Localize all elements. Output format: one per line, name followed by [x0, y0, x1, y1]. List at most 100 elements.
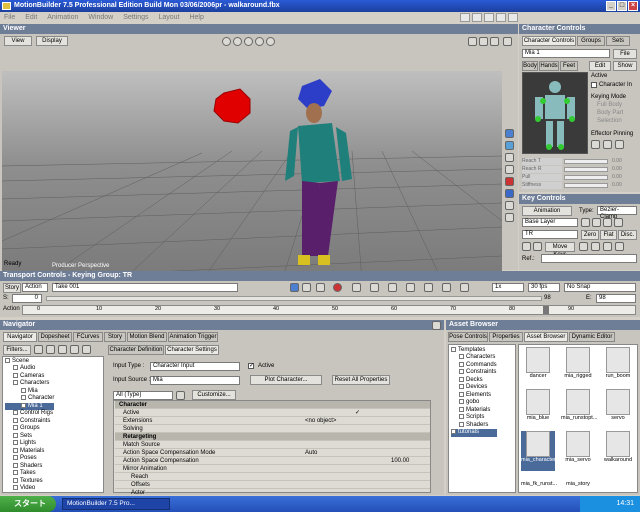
- asset-templates[interactable]: Templates: [451, 347, 497, 354]
- take-select[interactable]: Take 001: [52, 283, 238, 292]
- playback-speed-select[interactable]: 1x: [492, 283, 524, 292]
- menu-animation[interactable]: Animation: [43, 12, 82, 23]
- tab-animation-trigger[interactable]: Animation Trigger: [168, 332, 218, 342]
- asset-gobo[interactable]: gobo: [451, 399, 497, 406]
- reach-t-slider[interactable]: [564, 159, 608, 164]
- layout-toggle-icon[interactable]: [290, 283, 299, 292]
- tab-dopesheet[interactable]: Dopesheet: [38, 332, 72, 342]
- tab-feet[interactable]: Feet: [560, 61, 578, 71]
- zoom-view-icon[interactable]: [479, 37, 488, 46]
- play-icon[interactable]: [424, 283, 433, 292]
- tab-body[interactable]: Body: [522, 61, 538, 71]
- red-marker-object[interactable]: [213, 88, 251, 124]
- key-icon-4[interactable]: [615, 242, 624, 251]
- layer-icon-4[interactable]: [614, 218, 623, 227]
- end-field[interactable]: 98: [596, 294, 636, 303]
- timeline[interactable]: 0 10 20 30 40 50 60 70 80 90: [22, 305, 636, 315]
- action-select[interactable]: Action: [22, 283, 48, 292]
- input-type-select[interactable]: Character Input: [150, 362, 240, 371]
- scale-icon[interactable]: [244, 37, 253, 46]
- toolbar-icon-3[interactable]: [484, 13, 494, 22]
- tree-video[interactable]: Video: [5, 485, 54, 492]
- key-icon-3[interactable]: [603, 242, 612, 251]
- asset-constraints[interactable]: Constraints: [451, 369, 497, 376]
- asset-item-walkaround[interactable]: walkaround: [601, 431, 635, 471]
- zero-button[interactable]: Zero: [581, 230, 599, 240]
- lock-icon[interactable]: [176, 391, 185, 400]
- prop-row-reach[interactable]: Reach: [115, 473, 430, 481]
- prop-row-match-source[interactable]: Match Source: [115, 441, 430, 449]
- input-source-select[interactable]: Mia: [150, 376, 240, 385]
- grid-icon[interactable]: [302, 283, 311, 292]
- toolbar-icon-5[interactable]: [508, 13, 518, 22]
- tree-lights[interactable]: Lights: [5, 440, 54, 447]
- maximize-button[interactable]: □: [617, 1, 627, 11]
- layer-icon-3[interactable]: [603, 218, 612, 227]
- menu-settings[interactable]: Settings: [119, 12, 152, 23]
- prop-row-active[interactable]: Active ✓: [115, 409, 430, 417]
- tree-materials[interactable]: Materials: [5, 447, 54, 455]
- tab-dynamic-editor[interactable]: Dynamic Editor: [569, 332, 615, 342]
- property-type-filter[interactable]: All (Type): [113, 391, 173, 400]
- play-reverse-icon[interactable]: [388, 283, 397, 292]
- pin-both-icon[interactable]: [615, 140, 624, 149]
- prop-row-asc-mode[interactable]: Action Space Compensation Mode Auto: [115, 449, 430, 457]
- asset-elements[interactable]: Elements: [451, 391, 497, 399]
- asset-item-mia-runstopt[interactable]: mia_runstopt...: [561, 389, 597, 429]
- menu-window[interactable]: Window: [84, 12, 117, 23]
- range-slider[interactable]: [46, 296, 542, 301]
- pin-rotation-icon[interactable]: [603, 140, 612, 149]
- tool-icon-2[interactable]: [505, 141, 514, 150]
- prop-row-offsets[interactable]: Offsets: [115, 481, 430, 489]
- keying-body-part[interactable]: Body Part: [597, 109, 623, 117]
- toolbar-icon-2[interactable]: [472, 13, 482, 22]
- layer-icon-2[interactable]: [592, 218, 601, 227]
- prop-row-solving[interactable]: Solving: [115, 425, 430, 433]
- pin-translation-icon[interactable]: [591, 140, 600, 149]
- layout-icon[interactable]: [468, 37, 477, 46]
- keying-group-select[interactable]: TR: [522, 230, 578, 239]
- character-select[interactable]: Mia 1: [522, 49, 610, 58]
- zoom-icon[interactable]: [255, 37, 264, 46]
- customize-button[interactable]: Customize...: [192, 390, 236, 400]
- menu-layout[interactable]: Layout: [154, 12, 183, 23]
- key-next-icon[interactable]: [533, 242, 542, 251]
- plot-character-button[interactable]: Plot Character...: [250, 375, 322, 385]
- ref-field[interactable]: [541, 254, 637, 263]
- close-button[interactable]: ×: [628, 1, 638, 11]
- tab-navigator[interactable]: Navigator: [3, 332, 37, 342]
- asset-materials[interactable]: Materials: [451, 406, 497, 414]
- menu-help[interactable]: Help: [185, 12, 207, 23]
- asset-item-mia-rigged[interactable]: mia_rigged: [561, 347, 595, 387]
- interpolation-type-select[interactable]: Bezier-Clamp: [597, 206, 637, 220]
- asset-characters[interactable]: Characters: [451, 354, 497, 361]
- asset-shaders[interactable]: Shaders: [451, 421, 497, 429]
- start-button[interactable]: スタート: [0, 496, 56, 512]
- tree-sets[interactable]: Sets: [5, 432, 54, 440]
- view-button[interactable]: View: [4, 36, 32, 46]
- tree-constraints[interactable]: Constraints: [5, 417, 54, 425]
- prop-row-retargeting[interactable]: Retargeting: [115, 433, 430, 441]
- character-in-checkbox[interactable]: [591, 82, 597, 88]
- asset-commands[interactable]: Commands: [451, 361, 497, 369]
- tab-character-controls[interactable]: Character Controls: [522, 36, 576, 46]
- pull-slider[interactable]: [564, 175, 608, 180]
- start-field[interactable]: 0: [12, 294, 42, 303]
- tree-groups[interactable]: Groups: [5, 425, 54, 432]
- loop-icon[interactable]: [316, 283, 325, 292]
- tab-groups[interactable]: Groups: [577, 36, 605, 46]
- expand-icon[interactable]: [503, 37, 512, 46]
- prop-row-extensions[interactable]: Extensions <no object>: [115, 417, 430, 425]
- nav-view-icon-3[interactable]: [58, 345, 67, 354]
- toolbar-icon-1[interactable]: [460, 13, 470, 22]
- menu-edit[interactable]: Edit: [21, 12, 41, 23]
- asset-devices[interactable]: Devices: [451, 384, 497, 391]
- go-start-icon[interactable]: [352, 283, 361, 292]
- nav-view-icon-2[interactable]: [46, 345, 55, 354]
- show-button[interactable]: Show: [613, 61, 637, 71]
- asset-item-servo[interactable]: servo: [601, 389, 635, 429]
- move-icon[interactable]: [222, 37, 231, 46]
- nav-view-icon-5[interactable]: [82, 345, 91, 354]
- tab-character-settings[interactable]: Character Settings: [165, 345, 219, 355]
- 3d-viewport[interactable]: Producer Perspective: [1, 71, 503, 282]
